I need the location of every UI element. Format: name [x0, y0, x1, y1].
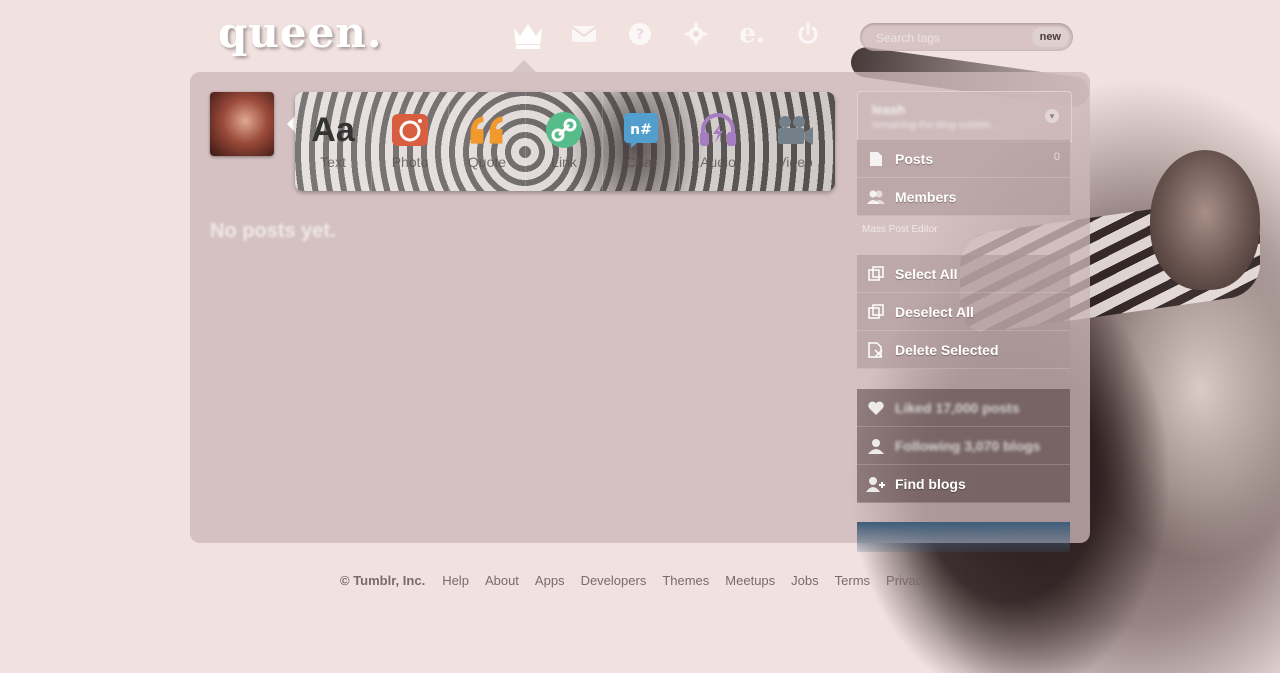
- post-type-label: Text: [320, 154, 346, 170]
- text-post-icon: Aa: [311, 110, 355, 149]
- nav-active-caret: [512, 60, 536, 72]
- select-all-icon: [857, 265, 895, 282]
- post-type-label: Audio: [700, 154, 736, 170]
- sidebar-item-label: Select All: [895, 265, 958, 282]
- blog-name: leash: [872, 102, 906, 117]
- post-type-link[interactable]: Link: [526, 92, 603, 191]
- link-icon: [544, 110, 584, 150]
- sidebar-item-likes[interactable]: Liked 17,000 posts: [857, 389, 1070, 427]
- post-type-label: Link: [551, 154, 577, 170]
- chevron-down-icon[interactable]: ▾: [1045, 109, 1059, 123]
- blog-menu: Posts 0 Members: [857, 140, 1070, 216]
- xkit-icon[interactable]: e.: [724, 12, 780, 56]
- headphones-icon: [698, 110, 738, 150]
- sidebar-item-posts[interactable]: Posts 0: [857, 140, 1070, 178]
- sidebar-item-label: Liked 17,000 posts: [895, 399, 1020, 416]
- footer-link-privacy[interactable]: Privacy: [886, 573, 929, 588]
- footer-link-meetups[interactable]: Meetups: [725, 573, 775, 588]
- post-type-text[interactable]: Aa Text: [295, 92, 372, 191]
- search-bar: new: [860, 23, 1073, 51]
- footer-link-apps[interactable]: Apps: [535, 573, 565, 588]
- search-input[interactable]: [874, 28, 1028, 48]
- account-menu: Liked 17,000 posts Following 3,070 blogs…: [857, 389, 1070, 503]
- heart-icon: [857, 401, 895, 415]
- footer-link-help[interactable]: Help: [442, 573, 469, 588]
- camera-icon: [390, 110, 430, 150]
- sidebar-item-label: Following 3,070 blogs: [895, 437, 1041, 454]
- power-icon[interactable]: [780, 12, 836, 56]
- mass-post-editor-label: Mass Post Editor: [862, 224, 938, 235]
- sidebar-item-label: Members: [895, 188, 957, 205]
- footer-link-terms[interactable]: Terms: [835, 573, 870, 588]
- sidebar-ad-strip: [857, 522, 1070, 552]
- sidebar-item-label: Delete Selected: [895, 341, 999, 358]
- sidebar-item-label: Posts: [895, 150, 934, 167]
- posts-count: 0: [1053, 151, 1060, 163]
- post-type-video[interactable]: Video: [757, 92, 833, 191]
- svg-text:n#: n#: [630, 122, 652, 138]
- select-all-button[interactable]: Select All: [857, 255, 1070, 293]
- footer-link-jobs[interactable]: Jobs: [791, 573, 818, 588]
- sidebar-item-label: Deselect All: [895, 303, 974, 320]
- sidebar-item-label: Find blogs: [895, 475, 966, 492]
- footer-link-developers[interactable]: Developers: [581, 573, 647, 588]
- logo[interactable]: queen.: [218, 8, 383, 57]
- post-type-label: Photo: [391, 154, 429, 170]
- footer-link-about[interactable]: About: [485, 573, 519, 588]
- sidebar-item-find-blogs[interactable]: Find blogs: [857, 465, 1070, 503]
- posts-icon: [857, 151, 895, 167]
- delete-selected-button[interactable]: Delete Selected: [857, 331, 1070, 369]
- sidebar-item-following[interactable]: Following 3,070 blogs: [857, 427, 1070, 465]
- deselect-all-icon: [857, 303, 895, 320]
- new-post-button[interactable]: new: [1031, 27, 1069, 47]
- copyright: © Tumblr, Inc.: [340, 573, 426, 588]
- blog-selector[interactable]: leash remaining-the-blog-subtitle... ▾: [857, 91, 1072, 142]
- messages-icon[interactable]: [556, 12, 612, 56]
- settings-icon[interactable]: [668, 12, 724, 56]
- post-type-label: Chat: [626, 154, 656, 170]
- svg-text:?: ?: [636, 27, 644, 43]
- members-icon: [857, 190, 895, 204]
- blog-subtitle: remaining-the-blog-subtitle...: [872, 120, 999, 131]
- post-type-photo[interactable]: Photo: [372, 92, 449, 191]
- person-icon: [857, 438, 895, 454]
- top-nav: ? e.: [500, 12, 836, 56]
- post-type-bar: Aa Text Photo Quote Link n# Chat Audio V…: [295, 92, 835, 191]
- dashboard-crown-icon[interactable]: [500, 12, 556, 56]
- chat-icon: n#: [621, 110, 661, 150]
- post-type-chat[interactable]: n# Chat: [603, 92, 680, 191]
- help-icon[interactable]: ?: [612, 12, 668, 56]
- video-camera-icon: [775, 110, 815, 150]
- background-photo-head: [1150, 150, 1260, 290]
- delete-selected-icon: [857, 341, 895, 358]
- empty-feed-message: No posts yet.: [210, 220, 336, 242]
- footer: © Tumblr, Inc. Help About Apps Developer…: [340, 573, 937, 588]
- editor-actions: Select All Deselect All Delete Selected: [857, 255, 1070, 369]
- deselect-all-button[interactable]: Deselect All: [857, 293, 1070, 331]
- sidebar-item-members[interactable]: Members: [857, 178, 1070, 216]
- find-blogs-icon: [857, 476, 895, 492]
- avatar-caret: [287, 116, 295, 132]
- quote-icon: [467, 110, 507, 150]
- post-type-label: Quote: [467, 154, 507, 170]
- avatar[interactable]: [210, 92, 274, 156]
- post-type-audio[interactable]: Audio: [680, 92, 757, 191]
- footer-link-themes[interactable]: Themes: [662, 573, 709, 588]
- post-type-label: Video: [777, 154, 813, 170]
- post-type-quote[interactable]: Quote: [449, 92, 526, 191]
